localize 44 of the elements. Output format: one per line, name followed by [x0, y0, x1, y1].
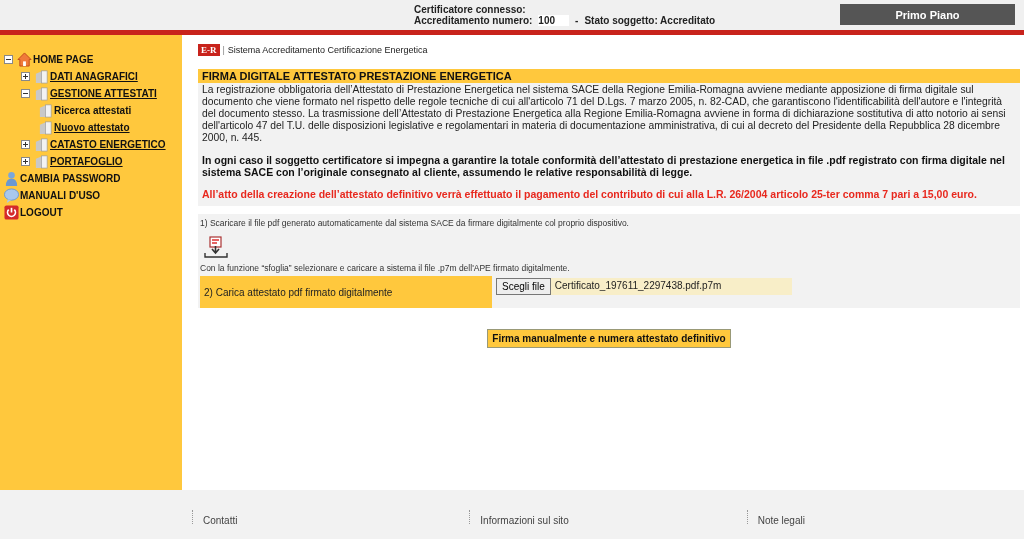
warning-text: All’atto della creazione dell’attestato definitivo verrà effettuato il pagamento del contributo di cui alla L.R. 26/2004 articolo 25-ter comma 7 pari a 15,00 euro. — [202, 188, 978, 200]
separator-text: | — [222, 45, 225, 55]
breadcrumb-title: Sistema Accreditamento Certificazione Energetica — [227, 45, 428, 55]
file-input[interactable]: Scegli file Certificato_197611_2297438.pdf.p7m — [496, 278, 792, 295]
folder-icon — [34, 86, 49, 101]
menu-item[interactable]: GESTIONE ATTESTATI — [50, 88, 157, 99]
house-icon — [17, 52, 32, 67]
menu-item[interactable]: PORTAFOGLIO — [50, 156, 123, 167]
menu-item[interactable]: CATASTO ENERGETICO — [50, 139, 166, 150]
menu-item[interactable]: Ricerca attestati — [54, 105, 132, 116]
paragraph: La registrazione obbligatoria dell’Attestato di Prestazione Energetica nel sistema SACE della Regione Emilia-Romagna avviene mediante apposizione di firma digitale sul documento che viene formato nel rispetto delle regole tecniche di cui all'articolo 71 del D.Lgs. 7 marzo 2005, n. 82-CAD, che garantiscono l'identificabilità dell'autore e l'integrità del documento stesso. La trasmissione dell’Attestato di Prestazione Energetica alla Regione Emilia-Romagna avviene in forma di dichiarazione sostitutiva di atto notorio ai sensi dell'articolo 47 del T.U. delle disposizioni legislative e regolamentari in materia di documentazione amministrativa, di cui al decreto del Presidente della Repubblica 28 dicembre 2000, n. 445. — [202, 84, 1007, 144]
speech-bubble-icon — [4, 188, 19, 203]
folder-icon — [34, 154, 49, 169]
folder-icon — [38, 103, 53, 118]
primo-piano-button[interactable]: Primo Piano — [840, 4, 1015, 25]
separator-text: - — [575, 15, 579, 26]
hint-text: Con la funzione “sfoglia” selezionare e caricare a sistema il file .p7m dell'APE firmato digitalmente. — [200, 263, 571, 274]
menu-item[interactable]: HOME PAGE — [33, 54, 94, 65]
footer-link[interactable]: Note legali — [757, 515, 805, 526]
menu-item[interactable]: LOGOUT — [20, 207, 63, 218]
logo: E-R — [198, 44, 220, 56]
person-icon — [4, 171, 19, 186]
menu-item[interactable]: CAMBIA PASSWORD — [20, 173, 121, 184]
menu-item[interactable]: MANUALI D'USO — [20, 190, 101, 201]
choose-file-button[interactable]: Scegli file — [496, 278, 551, 295]
menu-item[interactable]: DATI ANAGRAFICI — [50, 71, 138, 82]
connected-label: Certificatore connesso: — [414, 4, 527, 15]
folder-icon — [38, 120, 53, 135]
accreditation-number: 100 — [538, 15, 570, 26]
sign-button[interactable]: Firma manualmente e numera attestato definitivo — [487, 329, 731, 348]
accreditation-label: Accreditamento numero: — [414, 15, 533, 26]
section-title: FIRMA DIGITALE ATTESTATO PRESTAZIONE ENERGETICA — [198, 69, 1020, 83]
upload-label: 2) Carica attestato pdf firmato digitalmente — [200, 276, 492, 308]
footer-link[interactable]: Informazioni sul sito — [480, 515, 569, 526]
footer-link[interactable]: Contatti — [203, 515, 238, 526]
step-text: 1) Scaricare il file pdf generato automaticamente dal sistema SACE da firmare digitalmente col proprio dispositivo. — [200, 218, 630, 229]
pdf-download-icon[interactable] — [203, 235, 229, 259]
status-text: Stato soggetto: Accreditato — [584, 15, 716, 26]
menu-item[interactable]: Nuovo attestato — [54, 122, 130, 133]
folder-icon — [34, 69, 49, 84]
folder-icon — [34, 137, 49, 152]
paragraph: In ogni caso il soggetto certificatore si impegna a garantire la totale conformità dell’attestato di prestazione energetica in file .pdf registrato con firma digitale nel sistema SACE con l’originale consegnato al cliente, assumendo le relative responsabilità di legge. — [202, 154, 1006, 178]
file-name: Certificato_197611_2297438.pdf.p7m — [553, 279, 723, 293]
power-icon — [4, 205, 19, 220]
